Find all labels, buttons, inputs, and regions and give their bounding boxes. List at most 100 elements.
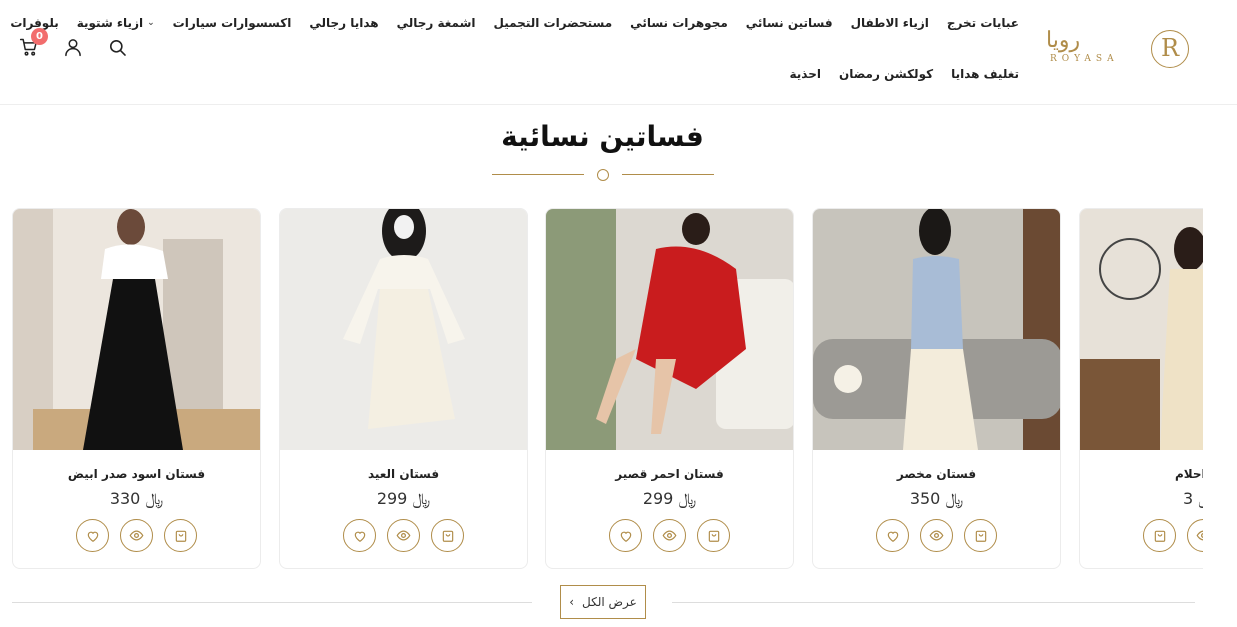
product-price: 350 ﷼ (909, 489, 964, 508)
section-title: فساتين نسائية (501, 120, 704, 153)
cart-count-badge: 0 (31, 28, 48, 45)
product-actions (280, 519, 527, 552)
product-photo (13, 209, 260, 450)
riyal-symbol: ﷼ (412, 489, 431, 508)
wishlist-button[interactable] (609, 519, 642, 552)
site-logo[interactable]: رويا ROYASA R (1046, 28, 1191, 72)
header-icons: 0 (18, 28, 128, 58)
product-actions (813, 519, 1060, 552)
account-button[interactable] (62, 36, 84, 58)
product-carousel[interactable]: فستان اسود صدر ابيض 330 ﷼ فستان العيد 29… (0, 208, 1203, 570)
nav-item-gift-wrapping[interactable]: تغليف هدايا (951, 67, 1019, 81)
quick-view-button[interactable] (1187, 519, 1203, 552)
quick-view-button[interactable] (387, 519, 420, 552)
site-header: رويا ROYASA R عبايات تخرج ازياء الاطفال … (0, 0, 1237, 105)
view-all-button[interactable]: ‹ عرض الكل (560, 585, 646, 619)
eye-icon (396, 530, 411, 541)
add-to-cart-button[interactable] (697, 519, 730, 552)
shopping-bag-icon (708, 530, 719, 542)
shopping-bag-icon (175, 530, 186, 542)
view-all-line-left (12, 602, 532, 603)
product-price: 299 ﷼ (376, 489, 431, 508)
product-name[interactable]: فستان احمر قصير (546, 467, 793, 481)
product-name[interactable]: فستان احلام (1080, 467, 1203, 481)
divider-dot (597, 169, 609, 181)
add-to-cart-button[interactable] (431, 519, 464, 552)
product-image[interactable] (280, 209, 527, 450)
riyal-symbol: ﷼ (945, 489, 964, 508)
user-icon (65, 39, 81, 57)
nav-item-kids-fashion[interactable]: ازياء الاطفال (851, 16, 929, 30)
product-actions (13, 519, 260, 552)
product-price: ﷼ 3 (1080, 489, 1203, 509)
title-divider (492, 168, 714, 182)
product-photo (813, 209, 1060, 450)
chevron-down-icon: ⌄ (147, 18, 155, 28)
product-card[interactable]: فستان اسود صدر ابيض 330 ﷼ (12, 208, 261, 569)
nav-item-cosmetics[interactable]: مستحضرات التجميل (494, 16, 613, 30)
logo-latin: ROYASA (1050, 54, 1119, 64)
main-nav-row-2: تغليف هدايا كولكشن رمضان احذية (790, 67, 1020, 81)
nav-item-winter-fashion[interactable]: ازياء شتوية ⌄ (77, 16, 155, 30)
nav-item-men-gifts[interactable]: هدايا رجالي (309, 16, 378, 30)
quick-view-button[interactable] (920, 519, 953, 552)
search-icon (109, 39, 126, 56)
divider-line-right (622, 174, 714, 175)
nav-item-shoes[interactable]: احذية (790, 67, 821, 81)
quick-view-button[interactable] (653, 519, 686, 552)
product-actions (1080, 519, 1203, 552)
heart-icon (354, 531, 365, 542)
riyal-symbol: ﷼ (1198, 489, 1203, 508)
add-to-cart-button[interactable] (964, 519, 997, 552)
nav-item-pullovers[interactable]: بلوفرات (10, 16, 58, 30)
product-name[interactable]: فستان العيد (280, 467, 527, 481)
product-photo (280, 209, 527, 450)
nav-item-men-shemagh[interactable]: اشمغة رجالي (397, 16, 476, 30)
product-name[interactable]: فستان مخصر (813, 467, 1060, 481)
search-button[interactable] (106, 36, 128, 58)
product-card[interactable]: فستان العيد 299 ﷼ (279, 208, 528, 569)
product-photo (1080, 209, 1203, 450)
eye-icon (929, 530, 944, 541)
chevron-left-icon: ‹ (569, 595, 574, 609)
product-card[interactable]: فستان احمر قصير 299 ﷼ (545, 208, 794, 569)
shopping-bag-icon (975, 530, 986, 542)
nav-item-ramadan-collection[interactable]: كولكشن رمضان (839, 67, 933, 81)
product-name[interactable]: فستان اسود صدر ابيض (13, 467, 260, 481)
cart-button[interactable]: 0 (18, 28, 48, 58)
product-image[interactable] (813, 209, 1060, 450)
eye-icon (1196, 530, 1203, 541)
divider-line-left (492, 174, 584, 175)
product-actions (546, 519, 793, 552)
logo-monogram: R (1151, 30, 1189, 68)
nav-item-women-dresses[interactable]: فساتين نسائي (746, 16, 833, 30)
add-to-cart-button[interactable] (1143, 519, 1176, 552)
product-image[interactable] (546, 209, 793, 450)
product-card[interactable]: فستان مخصر 350 ﷼ (812, 208, 1061, 569)
riyal-symbol: ﷼ (678, 489, 697, 508)
wishlist-button[interactable] (76, 519, 109, 552)
add-to-cart-button[interactable] (164, 519, 197, 552)
eye-icon (662, 530, 677, 541)
wishlist-button[interactable] (876, 519, 909, 552)
logo-arabic: رويا (1046, 28, 1081, 53)
nav-item-women-jewelry[interactable]: مجوهرات نسائي (630, 16, 728, 30)
heart-icon (620, 531, 631, 542)
eye-icon (129, 530, 144, 541)
quick-view-button[interactable] (120, 519, 153, 552)
view-all-label: عرض الكل (582, 595, 637, 609)
product-card[interactable]: فستان احلام ﷼ 3 (1079, 208, 1203, 569)
product-photo (546, 209, 793, 450)
main-nav-row-1: عبايات تخرج ازياء الاطفال فساتين نسائي م… (10, 16, 1019, 30)
wishlist-button[interactable] (343, 519, 376, 552)
product-image[interactable] (1080, 209, 1203, 450)
shopping-bag-icon (1154, 530, 1165, 542)
nav-item-graduation-abayas[interactable]: عبايات تخرج (947, 16, 1019, 30)
product-image[interactable] (13, 209, 260, 450)
heart-icon (87, 531, 98, 542)
nav-item-car-accessories[interactable]: اكسسوارات سيارات (173, 16, 292, 30)
product-price: 299 ﷼ (642, 489, 697, 508)
riyal-symbol: ﷼ (145, 489, 164, 508)
view-all-line-right (672, 602, 1195, 603)
shopping-bag-icon (442, 530, 453, 542)
